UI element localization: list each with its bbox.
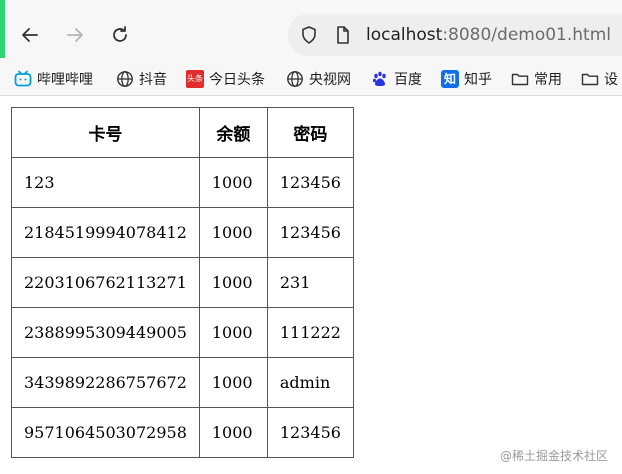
table-row: 2388995309449005 1000 111222 — [11, 307, 354, 358]
bookmark-label: 哔哩哔哩 — [37, 72, 93, 88]
bookmark-douyin[interactable]: 抖音 — [116, 68, 167, 90]
bookmark-label: 设 — [604, 72, 618, 88]
bookmark-bilibili[interactable]: 哔哩哔哩 — [14, 68, 93, 90]
bookmark-label: 百度 — [394, 72, 422, 88]
cell-balance: 1000 — [198, 157, 268, 208]
url-path: :8080/demo01.html — [442, 25, 612, 45]
cell-balance: 1000 — [198, 207, 268, 258]
reload-icon[interactable] — [107, 22, 133, 48]
bookmark-label: 常用 — [534, 72, 562, 88]
cell-card-number: 2203106762113271 — [11, 257, 200, 308]
bookmark-baidu[interactable]: 百度 — [371, 68, 422, 90]
cell-password: 123456 — [266, 207, 354, 258]
cell-balance: 1000 — [198, 307, 268, 358]
cell-card-number: 9571064503072958 — [11, 407, 200, 458]
page-content: 卡号 余额 密码 123 1000 123456 218451999407841… — [0, 96, 622, 474]
bookmark-folder-settings[interactable]: 设 — [581, 68, 618, 90]
table-row: 2184519994078412 1000 123456 — [11, 207, 354, 258]
toutiao-badge-text: 头条 — [187, 74, 203, 83]
bookmark-folder-common[interactable]: 常用 — [511, 68, 562, 90]
bookmark-label: 知乎 — [464, 72, 492, 88]
column-header-password: 密码 — [266, 107, 354, 158]
table-row: 3439892286757672 1000 admin — [11, 357, 354, 408]
forward-arrow-icon[interactable] — [62, 22, 88, 48]
bookmark-toutiao[interactable]: 头条 今日头条 — [186, 68, 265, 90]
bookmark-zhihu[interactable]: 知 知乎 — [441, 68, 492, 90]
bilibili-icon — [14, 70, 32, 88]
bookmarks-bar: 哔哩哔哩 抖音 头条 今日头条 央视网 百度 知 知乎 常用 设 — [0, 62, 622, 96]
table-row: 9571064503072958 1000 123456 — [11, 407, 354, 458]
column-header-card-number: 卡号 — [11, 107, 200, 158]
tab-accent-strip — [0, 0, 5, 58]
back-arrow-icon[interactable] — [17, 22, 43, 48]
globe-icon — [286, 70, 304, 88]
cell-card-number: 123 — [11, 157, 200, 208]
bookmark-cctv[interactable]: 央视网 — [286, 68, 351, 90]
cell-balance: 1000 — [198, 407, 268, 458]
column-header-balance: 余额 — [198, 107, 268, 158]
table-row: 123 1000 123456 — [11, 157, 354, 208]
address-bar[interactable]: localhost:8080/demo01.html — [288, 14, 622, 56]
baidu-paw-icon — [371, 70, 389, 88]
folder-icon — [581, 70, 599, 88]
cell-password: 231 — [266, 257, 354, 308]
globe-icon — [116, 70, 134, 88]
table-row: 2203106762113271 1000 231 — [11, 257, 354, 308]
url-host: localhost — [366, 25, 443, 45]
zhihu-badge-text: 知 — [443, 72, 456, 86]
cell-password: 123456 — [266, 407, 354, 458]
watermark-text: @稀土掘金技术社区 — [499, 449, 608, 463]
cell-card-number: 2184519994078412 — [11, 207, 200, 258]
cell-balance: 1000 — [198, 257, 268, 308]
bookmark-label: 今日头条 — [209, 72, 265, 88]
url-text[interactable]: localhost:8080/demo01.html — [366, 24, 611, 46]
browser-toolbar: localhost:8080/demo01.html — [0, 0, 622, 62]
cell-password: admin — [266, 357, 354, 408]
bookmark-label: 抖音 — [139, 72, 167, 88]
cell-card-number: 3439892286757672 — [11, 357, 200, 408]
page-icon[interactable] — [332, 24, 354, 46]
cell-password: 123456 — [266, 157, 354, 208]
bookmark-label: 央视网 — [309, 72, 351, 88]
card-table: 卡号 余额 密码 123 1000 123456 218451999407841… — [11, 107, 354, 458]
cell-password: 111222 — [266, 307, 354, 358]
zhihu-icon: 知 — [441, 70, 459, 88]
cell-balance: 1000 — [198, 357, 268, 408]
shield-icon[interactable] — [298, 24, 320, 46]
cell-card-number: 2388995309449005 — [11, 307, 200, 358]
folder-icon — [511, 70, 529, 88]
table-header-row: 卡号 余额 密码 — [11, 107, 354, 158]
toutiao-icon: 头条 — [186, 70, 204, 88]
